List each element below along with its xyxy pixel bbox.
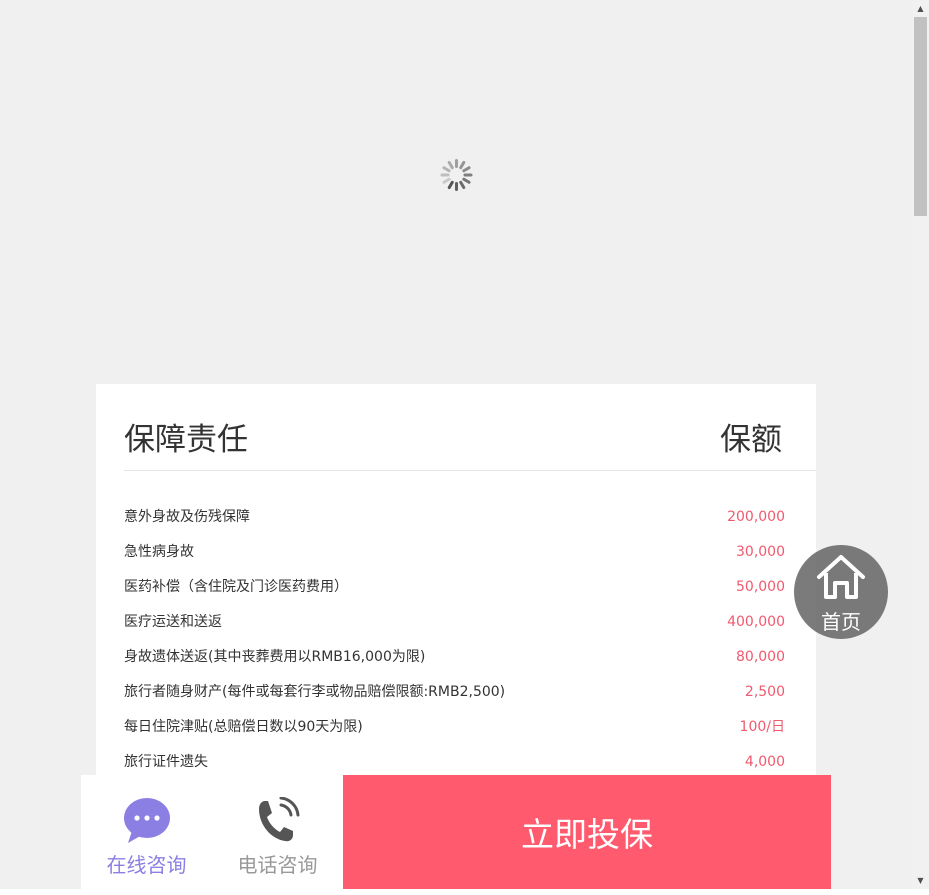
online-consult-label: 在线咨询 xyxy=(106,853,187,877)
coverage-row: 每日住院津贴(总赔偿日数以90天为限) 100/日 xyxy=(124,715,785,750)
coverage-name: 每日住院津贴(总赔偿日数以90天为限) xyxy=(124,719,363,735)
coverage-row: 急性病身故 30,000 xyxy=(124,540,785,575)
coverage-amount-title: 保额 xyxy=(720,422,782,458)
coverage-list: 意外身故及伤残保障 200,000 急性病身故 30,000 医药补偿（含住院及… xyxy=(124,505,785,785)
coverage-row: 意外身故及伤残保障 200,000 xyxy=(124,505,785,540)
coverage-amount: 4,000 xyxy=(744,754,785,770)
coverage-amount: 100/日 xyxy=(739,719,785,735)
coverage-name: 旅行者随身财产(每件或每套行李或物品赔偿限额:RMB2,500) xyxy=(124,684,506,700)
coverage-amount: 50,000 xyxy=(736,579,785,595)
bottom-action-bar: 在线咨询 电话咨询 立即投保 xyxy=(81,775,831,889)
coverage-row: 身故遗体送返(其中丧葬费用以RMB16,000为限) 80,000 xyxy=(124,645,785,680)
buy-now-button[interactable]: 立即投保 xyxy=(343,775,831,889)
scroll-thumb[interactable] xyxy=(914,17,927,216)
phone-consult-label: 电话咨询 xyxy=(237,853,318,877)
spinner-spoke xyxy=(463,173,472,177)
coverage-amount: 400,000 xyxy=(727,614,785,630)
coverage-amount: 80,000 xyxy=(736,649,785,665)
coverage-name: 医疗运送和送返 xyxy=(124,614,222,630)
coverage-name: 旅行证件遗失 xyxy=(124,754,208,770)
coverage-name: 急性病身故 xyxy=(124,544,194,560)
coverage-name: 意外身故及伤残保障 xyxy=(124,509,250,525)
coverage-row: 旅行者随身财产(每件或每套行李或物品赔偿限额:RMB2,500) 2,500 xyxy=(124,680,785,715)
loading-spinner-icon xyxy=(440,159,472,191)
coverage-header: 保障责任 保额 xyxy=(124,412,816,471)
coverage-amount: 200,000 xyxy=(727,509,785,525)
spinner-spoke xyxy=(454,182,458,191)
coverage-row: 医疗运送和送返 400,000 xyxy=(124,610,785,645)
scroll-down-arrow-icon[interactable]: ▼ xyxy=(912,872,929,889)
coverage-title: 保障责任 xyxy=(124,422,248,458)
phone-icon xyxy=(259,797,300,842)
coverage-name: 身故遗体送返(其中丧葬费用以RMB16,000为限) xyxy=(124,649,426,665)
vertical-scrollbar[interactable]: ▲ ▼ xyxy=(912,0,929,889)
coverage-amount: 2,500 xyxy=(744,684,785,700)
home-button[interactable]: 首页 xyxy=(794,545,888,639)
chat-bubble-icon xyxy=(124,798,170,843)
spinner-spoke xyxy=(454,159,458,168)
scroll-up-arrow-icon[interactable]: ▲ xyxy=(912,0,929,17)
coverage-name: 医药补偿（含住院及门诊医药费用） xyxy=(124,579,348,595)
spinner-spoke xyxy=(440,173,449,177)
online-consult-button[interactable]: 在线咨询 xyxy=(81,775,212,889)
coverage-amount: 30,000 xyxy=(736,544,785,560)
phone-consult-button[interactable]: 电话咨询 xyxy=(212,775,343,889)
home-icon xyxy=(817,555,865,599)
home-label: 首页 xyxy=(821,610,861,634)
coverage-row: 医药补偿（含住院及门诊医药费用） 50,000 xyxy=(124,575,785,610)
